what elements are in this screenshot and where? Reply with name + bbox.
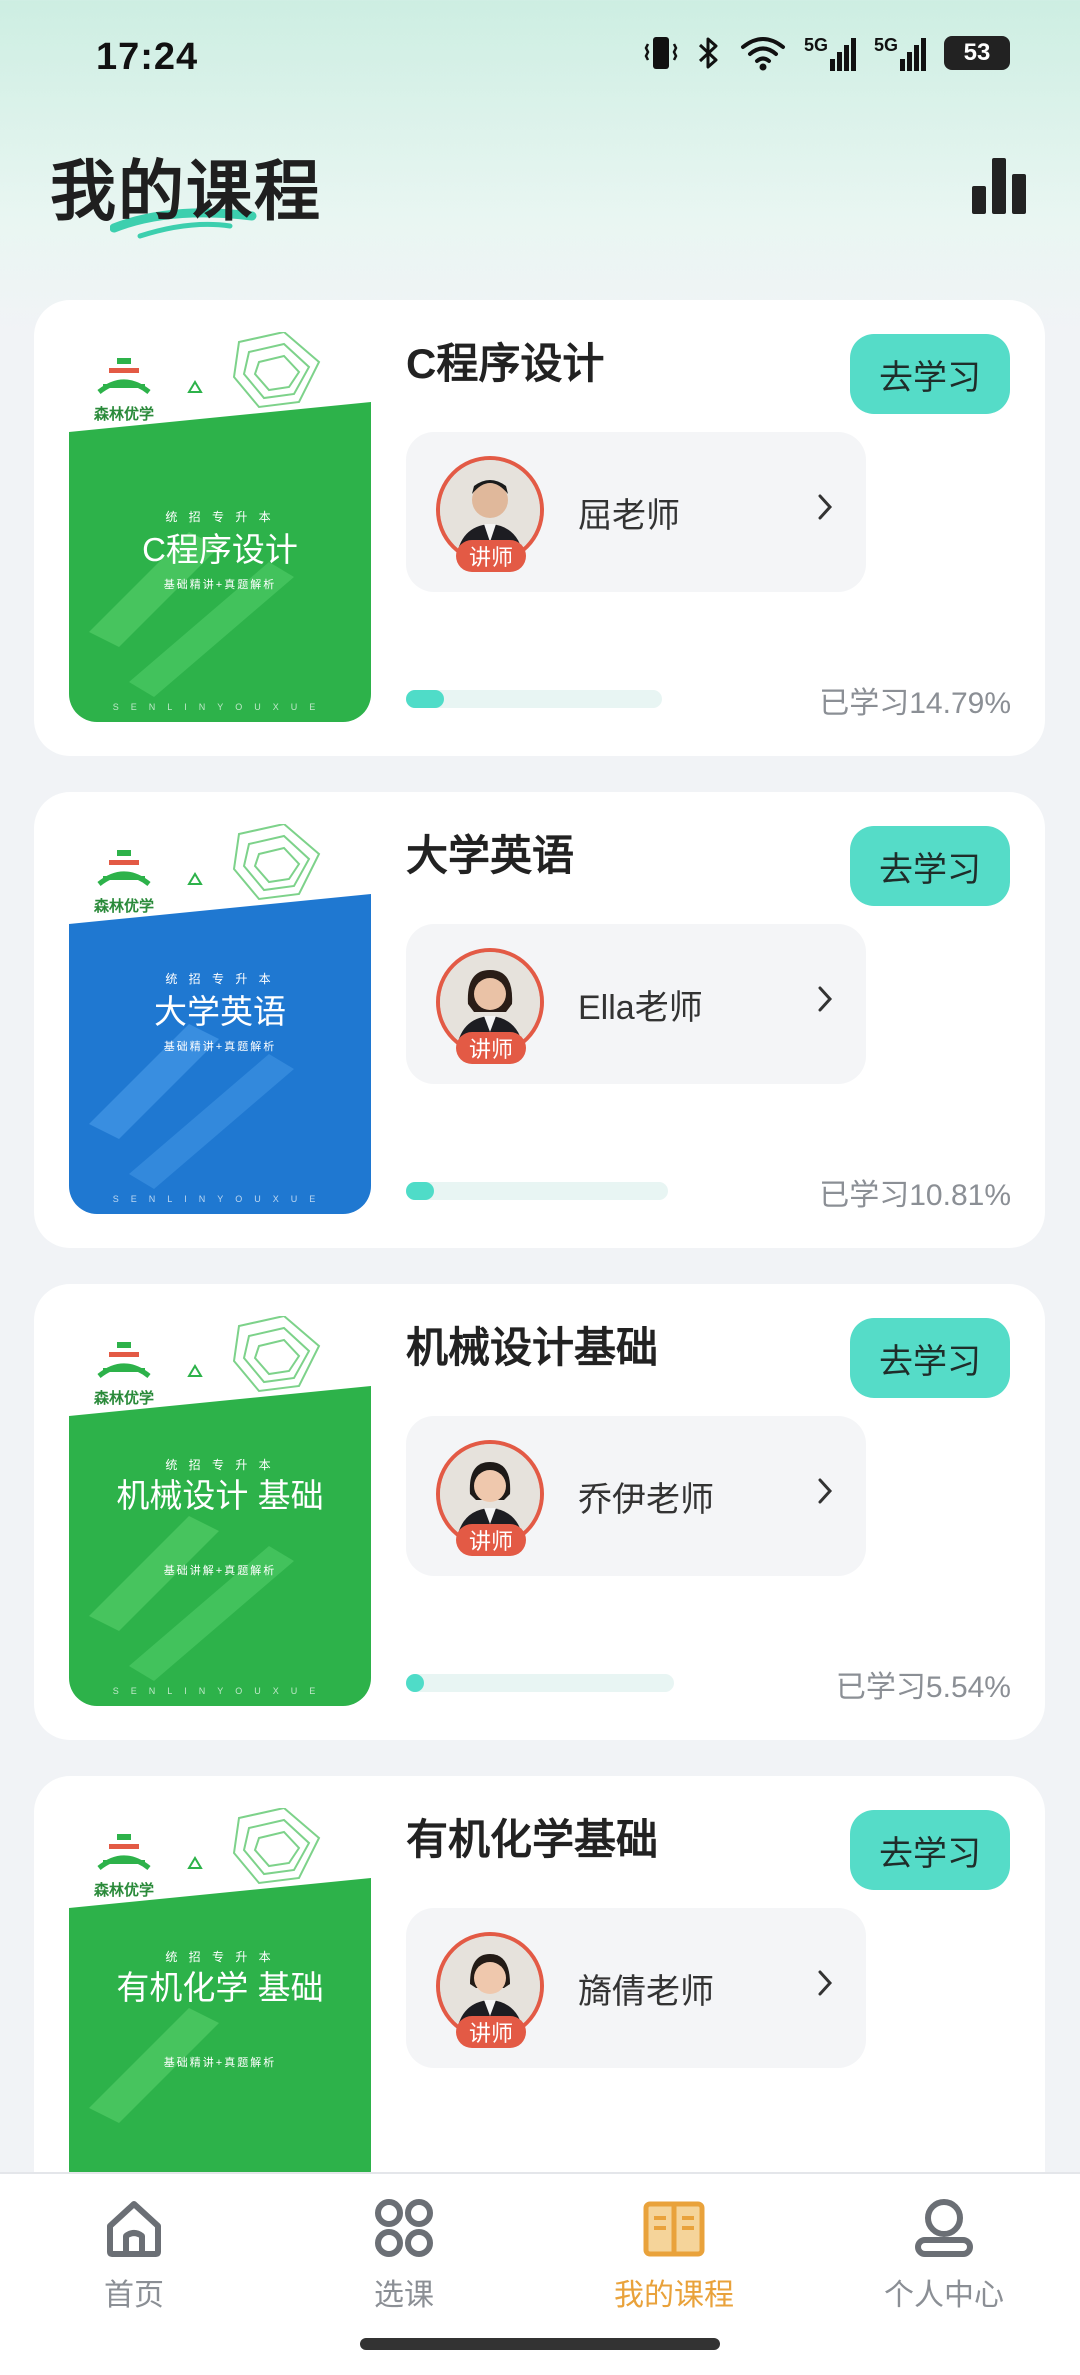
cover-title: C程序设计: [142, 531, 298, 568]
teacher-row[interactable]: 讲师 屈老师: [406, 432, 866, 592]
nav-item-home[interactable]: 首页: [34, 2196, 234, 2314]
cover-title: 有机化学 基础: [116, 1969, 324, 2006]
network-type-label: 5G: [803, 35, 828, 55]
course-name: 大学英语: [406, 832, 575, 879]
progress-bar: [406, 1674, 674, 1692]
home-icon: [107, 2201, 161, 2257]
nav-item-my-courses[interactable]: 我的课程: [574, 2196, 774, 2314]
wifi-icon: [740, 35, 786, 71]
nav-label: 我的课程: [614, 2279, 734, 2312]
brand-name: 森林优学: [93, 1882, 154, 1899]
brand-logo-icon: [97, 1834, 151, 1871]
chevron-right-icon: [818, 1970, 833, 1996]
study-button[interactable]: 去学习: [850, 826, 1010, 906]
teacher-row[interactable]: 讲师 Ella老师: [406, 924, 866, 1084]
cover-subtitle: 统 招 专 升 本: [165, 1458, 275, 1472]
teacher-name: 乔伊老师: [578, 1481, 714, 1519]
course-card[interactable]: 森林优学 统 招 专 升 本 机械设计 基础 基础讲解+真题解析 SENLINY…: [34, 1284, 1045, 1740]
brand-logo-icon: [97, 1342, 151, 1379]
course-card[interactable]: 森林优学 统 招 专 升 本 大学英语 基础精讲+真题解析 SENLINYOUX…: [34, 792, 1045, 1248]
status-time: 17:24: [96, 36, 199, 78]
progress-fill: [406, 1182, 435, 1200]
teacher-name: 旖倩老师: [578, 1973, 714, 2011]
progress-label: 已学习14.79%: [819, 687, 1011, 720]
course-name: 机械设计基础: [406, 1324, 659, 1371]
brand-logo: 森林优学: [89, 848, 159, 916]
cell-signal-2: 5G: [874, 35, 926, 71]
progress-fill: [406, 1674, 424, 1692]
cover-footer-letters: SENLINYOUXUE: [112, 1686, 328, 1696]
battery-icon: 53: [944, 36, 1010, 70]
course-name: 有机化学基础: [406, 1816, 659, 1863]
cell-signal-1: 5G: [804, 35, 856, 71]
cover-subtitle: 统 招 专 升 本: [165, 1950, 275, 1964]
stats-icon[interactable]: [970, 154, 1030, 214]
brand-name: 森林优学: [93, 406, 154, 423]
study-button[interactable]: 去学习: [850, 1810, 1010, 1890]
vibrate-icon: [644, 34, 678, 72]
cover-subtitle: 统 招 专 升 本: [165, 972, 275, 986]
cover-footer-letters: SENLINYOUXUE: [112, 1194, 328, 1204]
cover-tagline: 基础精讲+真题解析: [163, 1041, 277, 1053]
cover-title: 机械设计 基础: [116, 1477, 324, 1514]
bluetooth-icon: [696, 34, 722, 72]
brand-logo: 森林优学: [89, 1340, 159, 1408]
study-button[interactable]: 去学习: [850, 1318, 1010, 1398]
chevron-right-icon: [818, 1478, 833, 1504]
chevron-right-icon: [818, 986, 833, 1012]
nav-item-courses[interactable]: 选课: [304, 2196, 504, 2314]
status-icons: 5G 5G 53: [644, 34, 1010, 72]
progress-fill: [406, 690, 444, 708]
progress-label: 已学习10.81%: [819, 1179, 1011, 1212]
teacher-badge: 讲师: [456, 2016, 526, 2048]
teacher-badge: 讲师: [456, 1032, 526, 1064]
page-header: 我的课程: [0, 120, 1080, 270]
course-name: C程序设计: [406, 340, 605, 387]
nav-label: 选课: [374, 2279, 434, 2312]
teacher-row[interactable]: 讲师 乔伊老师: [406, 1416, 866, 1576]
course-card[interactable]: 森林优学 统 招 专 升 本 C程序设计 基础精讲+真题解析 SENLINYOU…: [34, 300, 1045, 756]
grid-icon: [375, 2199, 433, 2257]
course-cover[interactable]: 森林优学 统 招 专 升 本 机械设计 基础 基础讲解+真题解析 SENLINY…: [69, 1316, 371, 1706]
cover-footer-letters: SENLINYOUXUE: [112, 702, 328, 712]
nav-item-profile[interactable]: 个人中心: [844, 2196, 1044, 2314]
home-indicator[interactable]: [360, 2338, 720, 2350]
course-cover[interactable]: 森林优学 统 招 专 升 本 大学英语 基础精讲+真题解析 SENLINYOUX…: [69, 824, 371, 1214]
network-type-label: 5G: [873, 35, 898, 55]
study-button[interactable]: 去学习: [850, 334, 1010, 414]
nav-label: 首页: [104, 2279, 164, 2312]
signal-bars-icon: [900, 38, 926, 71]
course-card[interactable]: 森林优学 统 招 专 升 本 有机化学 基础 基础精讲+真题解析 有机化学基础 …: [34, 1776, 1045, 2232]
course-cover[interactable]: 森林优学 统 招 专 升 本 C程序设计 基础精讲+真题解析 SENLINYOU…: [69, 332, 371, 722]
chevron-right-icon: [818, 494, 833, 520]
book-icon: [643, 2201, 705, 2257]
progress-bar: [406, 1182, 668, 1200]
signal-bars-icon: [829, 38, 856, 71]
teacher-badge: 讲师: [456, 1524, 526, 1556]
page-title: 我的课程: [50, 154, 322, 228]
teacher-name: 屈老师: [578, 497, 680, 535]
cover-title: 大学英语: [154, 993, 286, 1030]
brand-logo: 森林优学: [89, 1832, 159, 1900]
progress-label: 已学习5.54%: [835, 1671, 1011, 1704]
user-icon: [915, 2199, 973, 2257]
brand-name: 森林优学: [93, 898, 154, 915]
brand-logo-icon: [97, 358, 151, 395]
brand-logo-icon: [97, 850, 151, 887]
teacher-badge: 讲师: [456, 540, 526, 572]
nav-label: 个人中心: [884, 2279, 1004, 2312]
status-bar: 17:24 5G 5G 53: [0, 0, 1080, 120]
brand-name: 森林优学: [93, 1390, 154, 1407]
teacher-row[interactable]: 讲师 旖倩老师: [406, 1908, 866, 2068]
cover-tagline: 基础精讲+真题解析: [163, 2057, 277, 2069]
progress-bar: [406, 690, 662, 708]
brand-logo: 森林优学: [89, 356, 159, 424]
cover-tagline: 基础精讲+真题解析: [163, 579, 277, 591]
cover-subtitle: 统 招 专 升 本: [165, 510, 275, 524]
cover-tagline: 基础讲解+真题解析: [163, 1565, 277, 1577]
course-cover[interactable]: 森林优学 统 招 专 升 本 有机化学 基础 基础精讲+真题解析: [69, 1808, 371, 2198]
teacher-name: Ella老师: [578, 989, 703, 1027]
